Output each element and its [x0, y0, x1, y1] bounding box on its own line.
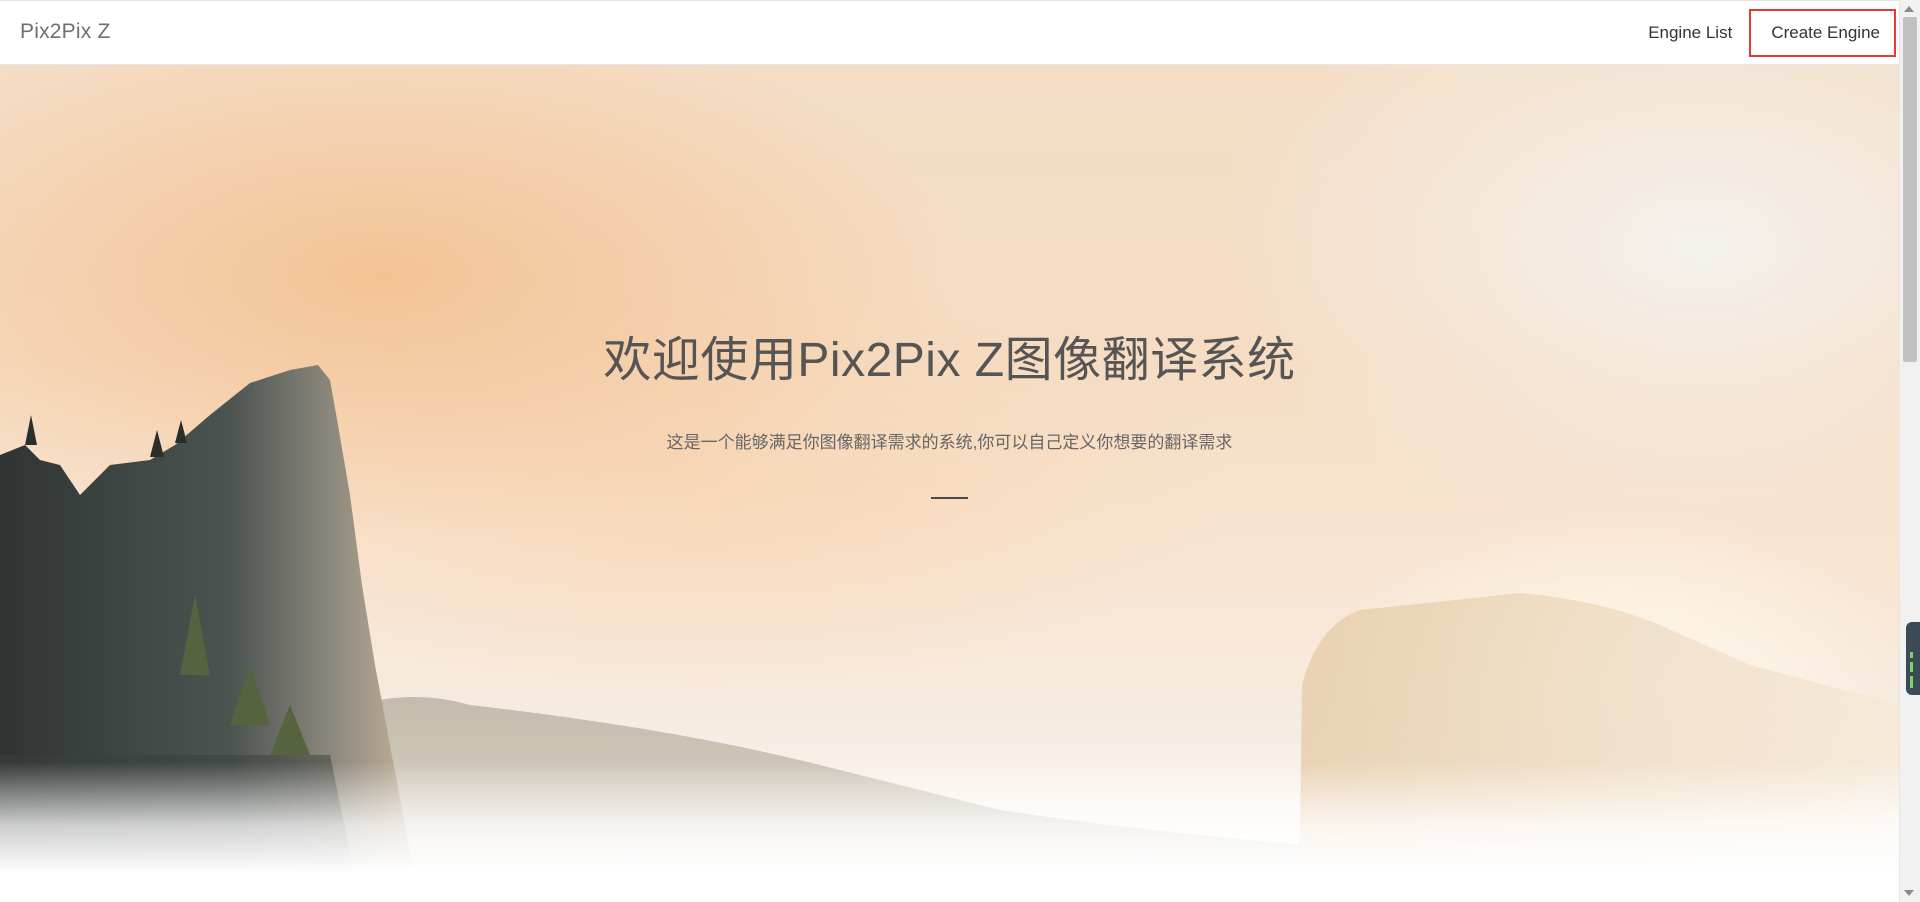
- hero-subtitle: 这是一个能够满足你图像翻译需求的系统,你可以自己定义你想要的翻译需求: [666, 433, 1233, 452]
- nav-engine-list[interactable]: Engine List: [1634, 9, 1746, 57]
- hero-banner: 欢迎使用Pix2Pix Z图像翻译系统 这是一个能够满足你图像翻译需求的系统,你…: [0, 65, 1899, 902]
- nav-links: Engine List Create Engine: [1634, 1, 1899, 65]
- scroll-thumb[interactable]: [1903, 17, 1917, 362]
- widget-level-icon: [1910, 652, 1913, 658]
- nav-create-engine[interactable]: Create Engine: [1749, 9, 1896, 57]
- hero-title: 欢迎使用Pix2Pix Z图像翻译系统: [603, 334, 1296, 387]
- scroll-up-arrow-icon[interactable]: [1904, 6, 1914, 12]
- side-floating-widget[interactable]: [1906, 622, 1920, 695]
- top-navbar: Pix2Pix Z Engine List Create Engine: [0, 0, 1899, 65]
- widget-level-icon: [1910, 662, 1913, 672]
- hero-content: 欢迎使用Pix2Pix Z图像翻译系统 这是一个能够满足你图像翻译需求的系统,你…: [0, 320, 1899, 499]
- vertical-scrollbar[interactable]: [1899, 0, 1920, 902]
- widget-level-icon: [1910, 676, 1913, 688]
- scroll-down-arrow-icon[interactable]: [1904, 890, 1914, 896]
- brand-logo[interactable]: Pix2Pix Z: [20, 20, 111, 44]
- page: Pix2Pix Z Engine List Create Engine 欢迎使用…: [0, 0, 1920, 902]
- hero-divider: [931, 497, 968, 499]
- hero-bottom-fade: [0, 762, 1899, 902]
